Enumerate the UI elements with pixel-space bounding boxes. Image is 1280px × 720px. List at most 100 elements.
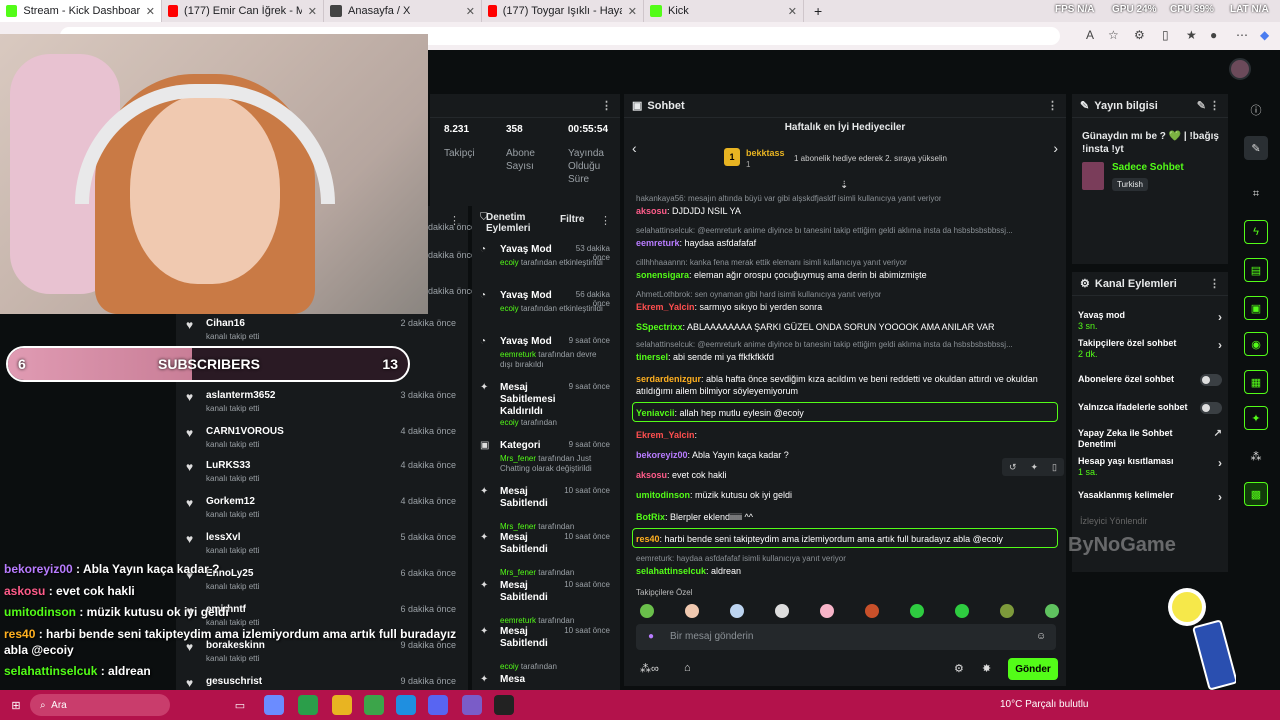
broadcast-icon[interactable]: ◉: [1244, 332, 1268, 356]
chat-username[interactable]: Ekrem_Yalcin: [636, 430, 695, 440]
explorer-taskbar-icon[interactable]: [332, 695, 352, 715]
reply-icon[interactable]: ↺: [1009, 462, 1017, 473]
favorite-star-icon[interactable]: ☆: [1108, 28, 1119, 42]
bolt-icon[interactable]: ϟ: [1244, 220, 1268, 244]
category-link[interactable]: Sadece Sohbet: [1112, 162, 1184, 173]
emote-icon[interactable]: [1045, 604, 1059, 618]
emote-icon[interactable]: [685, 604, 699, 618]
toggle-switch[interactable]: [1200, 402, 1222, 414]
delete-icon[interactable]: ▯: [1052, 462, 1057, 473]
emote-icon[interactable]: [730, 604, 744, 618]
emote-icon[interactable]: [910, 604, 924, 618]
close-tab-icon[interactable]: ✕: [146, 5, 155, 18]
chat-username[interactable]: serdardenizgur: [636, 374, 701, 384]
layers-icon[interactable]: ▦: [1244, 370, 1268, 394]
copilot-icon[interactable]: ◆: [1260, 28, 1269, 42]
emote-icon[interactable]: [955, 604, 969, 618]
close-tab-icon[interactable]: ✕: [788, 5, 797, 18]
follower-name[interactable]: LuRKS33: [206, 460, 250, 471]
clapper-icon[interactable]: ▩: [1244, 482, 1268, 506]
read-aloud-icon[interactable]: A: [1086, 28, 1094, 42]
toggle-switch[interactable]: [1200, 374, 1222, 386]
windows-start-icon[interactable]: ⊞: [6, 695, 26, 715]
channel-action-row[interactable]: Abonelere özel sohbet: [1078, 374, 1226, 386]
browser-tab[interactable]: (177) Toygar Işıklı - Hayat Gibi (O ✕: [482, 0, 644, 22]
mod-action-user[interactable]: ecoiy: [500, 662, 519, 671]
emote-icon[interactable]: [775, 604, 789, 618]
task-view-icon[interactable]: ▭: [230, 695, 250, 715]
chat-username[interactable]: Ekrem_Yalcin: [636, 302, 695, 312]
mod-action-user[interactable]: Mrs_fener: [500, 454, 536, 463]
chat-username[interactable]: res40: [636, 534, 660, 544]
close-tab-icon[interactable]: ✕: [466, 5, 475, 18]
chat-username[interactable]: aksosu: [636, 470, 667, 480]
channel-action-row[interactable]: Takipçilere özel sohbet 2 dk. ›: [1078, 338, 1226, 359]
menu-icon[interactable]: ⋯: [1236, 28, 1248, 42]
mod-action-user[interactable]: ecoiy: [500, 418, 519, 427]
emoji-icon[interactable]: ☺: [1036, 631, 1046, 642]
chat-username[interactable]: eemreturk: [636, 238, 680, 248]
weather-text[interactable]: 10°C Parçalı bulutlu: [1000, 699, 1089, 710]
emote-icon[interactable]: [865, 604, 879, 618]
infinity-icon[interactable]: ⁂∞: [640, 662, 659, 675]
next-arrow-icon[interactable]: ›: [1053, 140, 1058, 156]
follower-name[interactable]: CARN1VOROUS: [206, 426, 284, 437]
pencil-icon[interactable]: ✎: [1244, 136, 1268, 160]
share-icon[interactable]: ⁂: [1244, 444, 1268, 468]
new-tab-icon[interactable]: +: [804, 3, 832, 19]
taskbar-search[interactable]: ⌕ Ara: [30, 694, 170, 716]
browser-tab[interactable]: (177) Emir Can İğrek - Müzik ✕: [162, 0, 324, 22]
chat-username[interactable]: SSpectrixx: [636, 322, 683, 332]
chat-username[interactable]: aksosu: [636, 206, 667, 216]
chat-input[interactable]: ● Bir mesaj gönderin ☺: [636, 624, 1056, 650]
edit-icon[interactable]: ✎ ⋮: [1197, 99, 1220, 112]
follower-name[interactable]: lessXvl: [206, 532, 240, 543]
follower-name[interactable]: gesuschrist: [206, 676, 262, 687]
more-icon[interactable]: ⋮: [600, 214, 611, 227]
channel-action-row[interactable]: Yasaklanmış kelimeler ›: [1078, 490, 1226, 504]
chat-username[interactable]: BotRix: [636, 512, 665, 522]
close-tab-icon[interactable]: ✕: [628, 5, 637, 18]
browser-tab[interactable]: Kick ✕: [644, 0, 804, 22]
channel-action-row[interactable]: Yalnızca ifadelerle sohbet: [1078, 402, 1226, 414]
chat-username[interactable]: selahattinselcuk: [636, 566, 706, 576]
follower-name[interactable]: Cihan16: [206, 318, 245, 329]
mod-action-user[interactable]: Mrs_fener: [500, 522, 536, 531]
more-icon[interactable]: ⋮: [1209, 277, 1220, 290]
chat-username[interactable]: bekoreyiz00: [636, 450, 688, 460]
discord-taskbar-icon[interactable]: [428, 695, 448, 715]
store-icon[interactable]: ⌂: [684, 662, 691, 674]
crop-icon[interactable]: ⌗: [1244, 182, 1268, 206]
chat-username[interactable]: sonensigara: [636, 270, 689, 280]
profile-icon[interactable]: ●: [1210, 28, 1217, 42]
notes-icon[interactable]: ▤: [1244, 258, 1268, 282]
mod-action-user[interactable]: ecoiy: [500, 258, 519, 267]
chrome-taskbar-icon[interactable]: [298, 695, 318, 715]
follower-name[interactable]: borakeskinn: [206, 640, 265, 651]
close-tab-icon[interactable]: ✕: [308, 5, 317, 18]
send-button[interactable]: Gönder: [1008, 658, 1058, 680]
obs-taskbar-icon[interactable]: [462, 695, 482, 715]
mod-action-user[interactable]: ecoiy: [500, 304, 519, 313]
channel-action-row[interactable]: Yapay Zeka ile Sohbet Denetimi ↗: [1078, 428, 1226, 450]
chat-username[interactable]: Yeniavcii: [636, 408, 675, 418]
settings-gear-icon[interactable]: ⚙: [954, 662, 964, 675]
mod-action-user[interactable]: Mrs_fener: [500, 568, 536, 577]
favorites-icon[interactable]: ★: [1186, 28, 1197, 42]
browser-tab[interactable]: Anasayfa / X ✕: [324, 0, 482, 22]
tools-icon[interactable]: ✦: [1244, 406, 1268, 430]
follower-name[interactable]: Gorkem12: [206, 496, 255, 507]
bot-icon[interactable]: ✸: [982, 662, 991, 675]
emote-icon[interactable]: [640, 604, 654, 618]
split-icon[interactable]: ▯: [1162, 28, 1169, 42]
chat-username[interactable]: tinersel: [636, 352, 668, 362]
copilot-taskbar-icon[interactable]: [264, 695, 284, 715]
follower-name[interactable]: aslanterm3652: [206, 390, 276, 401]
browser-tab[interactable]: Stream - Kick Dashboard ✕: [0, 0, 162, 22]
more-icon[interactable]: ⋮: [601, 99, 612, 112]
user-avatar[interactable]: [1229, 58, 1251, 80]
channel-action-row[interactable]: Hesap yaşı kısıtlaması 1 sa. ›: [1078, 456, 1226, 477]
channel-action-row[interactable]: Yavaş mod 3 sn. ›: [1078, 310, 1226, 331]
edge-taskbar-icon[interactable]: [396, 695, 416, 715]
emote-icon[interactable]: [820, 604, 834, 618]
